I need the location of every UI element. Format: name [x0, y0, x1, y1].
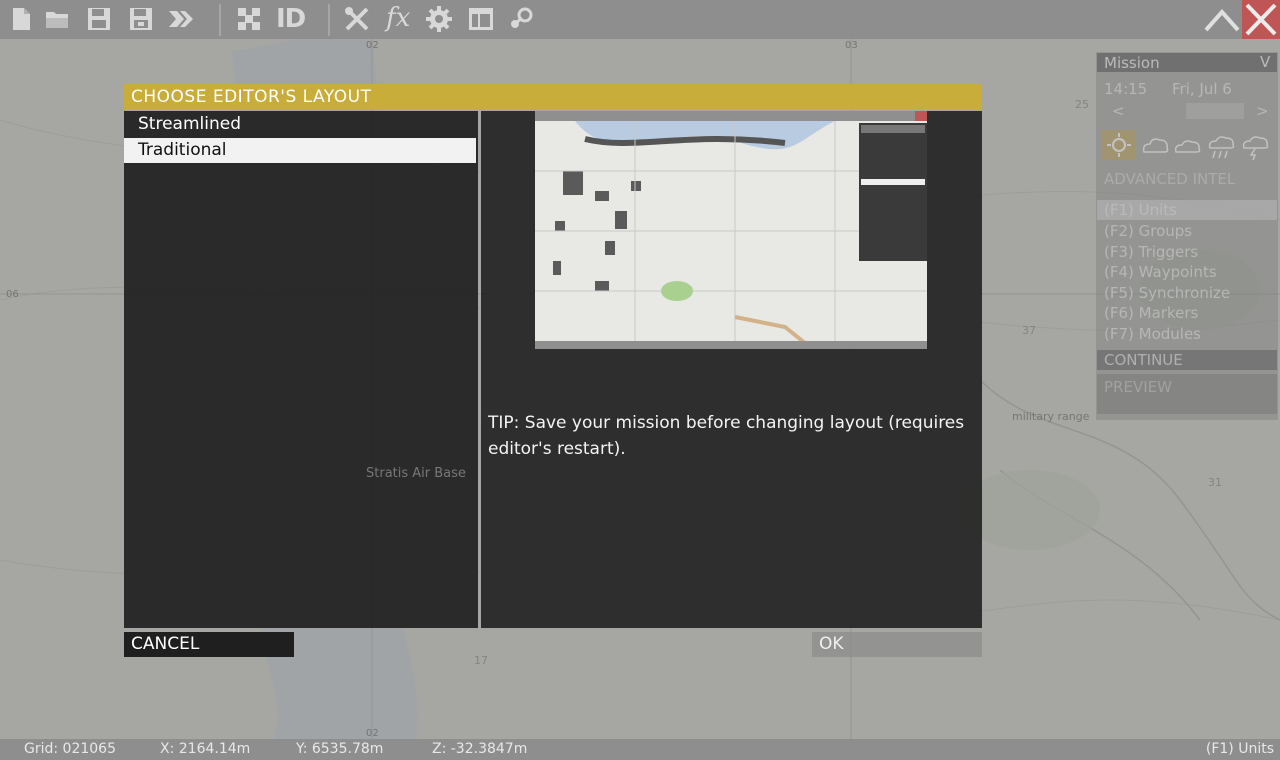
layout-option-traditional[interactable]: Traditional	[124, 138, 476, 163]
settings-icon[interactable]	[426, 6, 452, 32]
layout-icon[interactable]	[468, 6, 494, 32]
functions-icon[interactable]: fx	[386, 3, 410, 33]
toolbar-separator	[328, 4, 330, 36]
export-icon[interactable]	[168, 6, 194, 32]
dialog-title-bar: CHOOSE EDITOR'S LAYOUT	[124, 84, 982, 110]
map-place-label: Stratis Air Base	[366, 466, 466, 481]
close-icon[interactable]	[1242, 0, 1280, 39]
dialog-title: CHOOSE EDITOR'S LAYOUT	[131, 87, 372, 107]
layout-list	[124, 111, 478, 628]
status-grid: Grid: 021065	[24, 741, 116, 757]
open-folder-icon[interactable]	[44, 6, 70, 32]
layout-preview-image	[535, 111, 927, 349]
new-file-icon[interactable]	[8, 6, 34, 32]
layout-option-streamlined[interactable]: Streamlined	[124, 112, 476, 137]
cancel-button[interactable]: CANCEL	[124, 632, 294, 657]
steam-icon[interactable]	[508, 6, 534, 32]
save-icon[interactable]	[86, 6, 112, 32]
layout-option-label: Traditional	[138, 140, 227, 160]
status-z: Z: -32.3847m	[432, 741, 528, 757]
ok-label: OK	[819, 634, 844, 654]
id-icon[interactable]: ID	[276, 4, 306, 34]
save-as-icon[interactable]	[128, 6, 154, 32]
status-x: X: 2164.14m	[160, 741, 251, 757]
status-mode: (F1) Units	[1205, 741, 1274, 757]
status-y: Y: 6535.78m	[296, 741, 384, 757]
editor-toolbar: ID fx	[0, 0, 1280, 39]
layout-tip: TIP: Save your mission before changing l…	[488, 413, 965, 459]
layout-option-label: Streamlined	[138, 114, 241, 134]
cancel-label: CANCEL	[131, 634, 200, 654]
grid-icon[interactable]	[236, 6, 262, 32]
collapse-icon[interactable]	[1204, 6, 1240, 34]
toolbar-separator	[219, 4, 221, 36]
status-bar: Grid: 021065 X: 2164.14m Y: 6535.78m Z: …	[0, 739, 1280, 760]
ok-button[interactable]: OK	[812, 632, 982, 657]
tools-icon[interactable]	[344, 6, 370, 32]
